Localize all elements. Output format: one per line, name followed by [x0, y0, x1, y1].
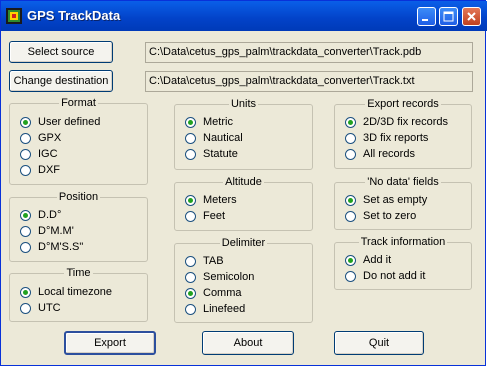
title-bar[interactable]: GPS TrackData [1, 1, 487, 31]
no-data-group: 'No data' fields Set as empty Set to zer… [334, 176, 472, 230]
radio-icon[interactable] [20, 226, 31, 237]
radio-icon[interactable] [185, 211, 196, 222]
track-info-group: Track information Add it Do not add it [334, 236, 472, 290]
radio-icon[interactable] [185, 149, 196, 160]
radio-icon[interactable] [20, 117, 31, 128]
radio-icon[interactable] [345, 149, 356, 160]
radio-icon[interactable] [185, 304, 196, 315]
export-button[interactable]: Export [64, 331, 156, 355]
select-source-button[interactable]: Select source [9, 41, 113, 63]
radio-icon[interactable] [345, 211, 356, 222]
radio-icon[interactable] [345, 255, 356, 266]
format-title: Format [59, 97, 98, 109]
altitude-title: Altitude [223, 176, 264, 188]
radio-icon[interactable] [345, 133, 356, 144]
maximize-button[interactable] [439, 7, 458, 26]
no-data-title: 'No data' fields [365, 176, 441, 188]
time-title: Time [64, 267, 93, 279]
quit-button[interactable]: Quit [334, 331, 424, 355]
radio-icon[interactable] [185, 288, 196, 299]
radio-icon[interactable] [20, 165, 31, 176]
export-records-title: Export records [365, 98, 441, 110]
close-icon [467, 12, 476, 21]
window-title: GPS TrackData [27, 8, 121, 23]
radio-icon[interactable] [20, 287, 31, 298]
minimize-button[interactable] [417, 7, 436, 26]
maximize-icon [443, 11, 454, 22]
gps-app-icon [6, 8, 22, 24]
time-group: Time Local timezone UTC [9, 267, 148, 322]
export-records-group: Export records 2D/3D fix records 3D fix … [334, 98, 472, 169]
units-title: Units [228, 98, 259, 110]
radio-icon[interactable] [185, 133, 196, 144]
minimize-icon [422, 19, 428, 21]
main-window: GPS TrackData Select source C:\Data\cetu… [0, 0, 487, 366]
delimiter-group: Delimiter TAB Semicolon Comma Linefeed [174, 237, 313, 323]
radio-icon[interactable] [185, 256, 196, 267]
radio-icon[interactable] [20, 133, 31, 144]
altitude-group: Altitude Meters Feet [174, 176, 313, 231]
radio-icon[interactable] [345, 195, 356, 206]
position-title: Position [56, 191, 101, 203]
radio-icon[interactable] [20, 210, 31, 221]
client-area: Select source C:\Data\cetus_gps_palm\tra… [4, 31, 484, 364]
radio-icon[interactable] [20, 242, 31, 253]
radio-icon[interactable] [185, 195, 196, 206]
source-path-field: C:\Data\cetus_gps_palm\trackdata_convert… [145, 42, 473, 63]
radio-icon[interactable] [345, 271, 356, 282]
destination-path-field: C:\Data\cetus_gps_palm\trackdata_convert… [145, 71, 473, 92]
radio-icon[interactable] [345, 117, 356, 128]
change-destination-button[interactable]: Change destination [9, 70, 113, 92]
radio-icon[interactable] [185, 117, 196, 128]
about-button[interactable]: About [202, 331, 294, 355]
radio-icon[interactable] [20, 303, 31, 314]
units-group: Units Metric Nautical Statute [174, 98, 313, 170]
close-button[interactable] [462, 7, 481, 26]
track-info-title: Track information [358, 236, 448, 248]
position-group: Position D.D° D°M.M' D°M'S.S" [9, 191, 148, 262]
format-group: Format User defined GPX IGC DXF [9, 97, 148, 185]
delimiter-title: Delimiter [219, 237, 268, 249]
radio-icon[interactable] [185, 272, 196, 283]
radio-icon[interactable] [20, 149, 31, 160]
